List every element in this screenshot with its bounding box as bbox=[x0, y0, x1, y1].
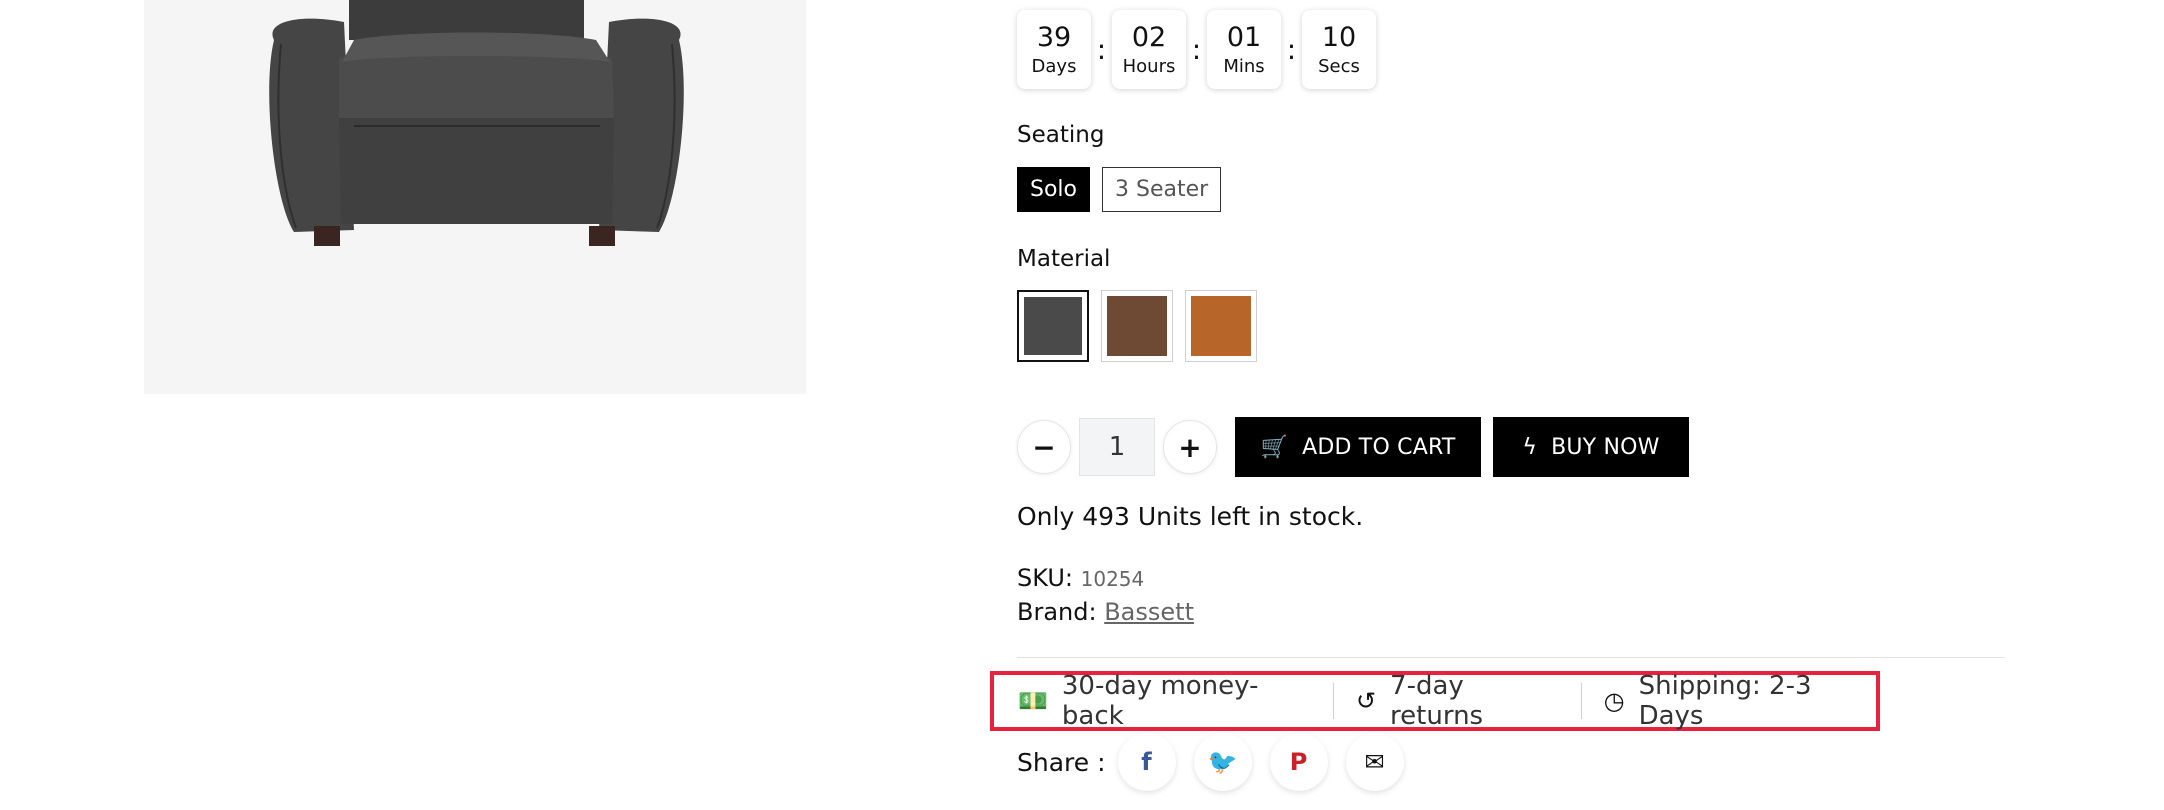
trust-divider bbox=[1332, 683, 1334, 719]
material-swatches bbox=[1017, 290, 1257, 362]
product-image bbox=[144, 0, 806, 394]
material-swatch-brown[interactable] bbox=[1101, 290, 1173, 362]
trust-text: 7-day returns bbox=[1390, 671, 1484, 731]
stock-status: Only 493 Units left in stock. bbox=[1017, 502, 1364, 531]
pinterest-icon: P bbox=[1289, 748, 1308, 776]
brand-line: Brand: Bassett bbox=[1017, 598, 1194, 626]
sku-line: SKU: 10254 bbox=[1017, 564, 1144, 592]
material-label: Material bbox=[1017, 246, 1111, 272]
countdown-separator: : bbox=[1096, 33, 1107, 66]
envelope-icon: ✉ bbox=[1364, 748, 1385, 776]
money-icon: 💵 bbox=[1018, 687, 1048, 715]
purchase-row: − + 🛒 ADD TO CART ϟ BUY NOW bbox=[1017, 417, 1689, 477]
trust-returns: ↺ 7-day returns bbox=[1356, 671, 1559, 731]
brand-label: Brand: bbox=[1017, 598, 1097, 626]
clock-icon: ◷ bbox=[1603, 687, 1625, 715]
swatch-color bbox=[1024, 297, 1082, 355]
countdown-hours: 02 Hours bbox=[1112, 10, 1186, 89]
trust-text: 30-day money-back bbox=[1061, 671, 1259, 731]
share-email-button[interactable]: ✉ bbox=[1345, 733, 1404, 791]
share-facebook-button[interactable]: f bbox=[1117, 733, 1176, 791]
buy-now-button[interactable]: ϟ BUY NOW bbox=[1493, 417, 1689, 477]
countdown-mins: 01 Mins bbox=[1207, 10, 1281, 89]
countdown-separator: : bbox=[1191, 33, 1202, 66]
countdown-value: 10 bbox=[1321, 21, 1357, 53]
add-to-cart-button[interactable]: 🛒 ADD TO CART bbox=[1235, 417, 1481, 477]
quantity-input[interactable] bbox=[1079, 418, 1155, 476]
material-swatch-tan[interactable] bbox=[1185, 290, 1257, 362]
sku-label: SKU: bbox=[1017, 564, 1073, 592]
bolt-icon: ϟ bbox=[1522, 434, 1538, 460]
divider bbox=[1017, 657, 2005, 658]
minus-icon: − bbox=[1032, 430, 1056, 464]
countdown-days: 39 Days bbox=[1017, 10, 1091, 89]
twitter-icon: 🐦 bbox=[1207, 748, 1238, 776]
sku-value: 10254 bbox=[1080, 567, 1145, 591]
share-row: Share : f 🐦 P ✉ bbox=[1017, 733, 1422, 791]
trust-divider bbox=[1580, 683, 1582, 719]
countdown-label: Mins bbox=[1223, 55, 1265, 77]
trust-money-back: 💵 30-day money-back bbox=[1018, 671, 1311, 731]
share-label: Share : bbox=[1017, 747, 1106, 777]
trust-shipping: ◷ Shipping: 2-3 Days bbox=[1604, 671, 1876, 731]
add-to-cart-label: ADD TO CART bbox=[1302, 434, 1456, 460]
seating-option-solo[interactable]: Solo bbox=[1017, 167, 1090, 212]
material-swatch-charcoal[interactable] bbox=[1017, 290, 1089, 362]
armchair-image bbox=[269, 0, 684, 246]
countdown-label: Secs bbox=[1318, 55, 1360, 77]
share-pinterest-button[interactable]: P bbox=[1269, 733, 1328, 791]
brand-link[interactable]: Bassett bbox=[1104, 598, 1194, 626]
countdown-value: 01 bbox=[1226, 21, 1262, 53]
seating-label: Seating bbox=[1017, 122, 1105, 148]
plus-icon: + bbox=[1178, 430, 1202, 464]
countdown-label: Hours bbox=[1122, 55, 1176, 77]
swatch-color bbox=[1191, 296, 1251, 356]
trust-badges: 💵 30-day money-back ↺ 7-day returns ◷ Sh… bbox=[990, 671, 1880, 731]
swatch-color bbox=[1107, 296, 1167, 356]
countdown-timer: 39 Days : 02 Hours : 01 Mins : 10 Secs bbox=[1017, 10, 1376, 89]
countdown-separator: : bbox=[1286, 33, 1297, 66]
quantity-increase-button[interactable]: + bbox=[1163, 420, 1217, 474]
seating-options: Solo 3 Seater bbox=[1017, 167, 1222, 212]
facebook-icon: f bbox=[1141, 748, 1152, 776]
trust-text: Shipping: 2-3 Days bbox=[1638, 671, 1812, 731]
share-twitter-button[interactable]: 🐦 bbox=[1193, 733, 1252, 791]
countdown-value: 39 bbox=[1036, 21, 1072, 53]
quantity-decrease-button[interactable]: − bbox=[1017, 420, 1071, 474]
seating-option-3-seater[interactable]: 3 Seater bbox=[1102, 167, 1222, 212]
buy-now-label: BUY NOW bbox=[1551, 434, 1660, 460]
countdown-value: 02 bbox=[1131, 21, 1167, 53]
countdown-secs: 10 Secs bbox=[1302, 10, 1376, 89]
undo-icon: ↺ bbox=[1355, 687, 1377, 715]
cart-icon: 🛒 bbox=[1260, 434, 1289, 460]
countdown-label: Days bbox=[1031, 55, 1077, 77]
